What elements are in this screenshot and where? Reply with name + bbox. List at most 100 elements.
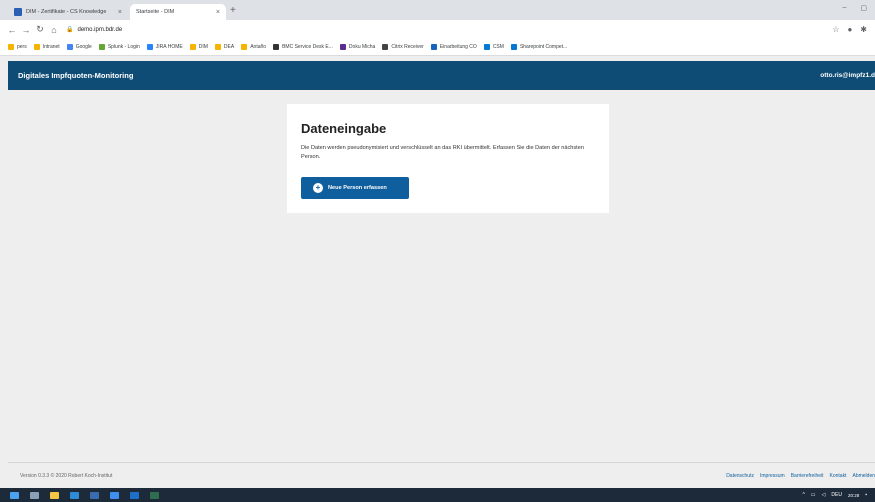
browser-toolbar: ← → ↻ ⌂ 🔒 demo.ipm.bdr.de ☆ ● ✱ bbox=[0, 20, 875, 39]
url-text: demo.ipm.bdr.de bbox=[77, 26, 123, 33]
bookmark-icon bbox=[8, 44, 14, 50]
bookmark-item[interactable]: Splunk - Login bbox=[98, 44, 140, 50]
citrix-icon[interactable] bbox=[90, 491, 99, 499]
edge-icon[interactable] bbox=[70, 491, 79, 499]
bookmark-icon bbox=[146, 44, 153, 50]
bookmark-item[interactable]: JIRA HOME bbox=[146, 44, 183, 50]
address-bar[interactable]: 🔒 demo.ipm.bdr.de bbox=[66, 23, 832, 37]
tab-label: DIM - Zertifikate - CS Knowledge bbox=[26, 9, 107, 15]
card-description: Die Daten werden pseudonymisiert und ver… bbox=[301, 145, 584, 160]
bookmark-item[interactable]: CSM bbox=[483, 44, 504, 50]
browser-tab-1[interactable]: DIM - Zertifikate - CS Knowledge × bbox=[8, 4, 128, 20]
lock-icon: 🔒 bbox=[66, 27, 74, 33]
tab-favicon-icon bbox=[14, 8, 22, 16]
user-email[interactable]: otto.ris@impfz1.d bbox=[820, 72, 875, 79]
bookmark-label: Google bbox=[75, 44, 92, 50]
network-icon[interactable]: ▭ bbox=[811, 492, 816, 498]
bookmark-item[interactable]: Doku Micha bbox=[339, 44, 376, 50]
bookmark-label: Citrix Receiver bbox=[391, 44, 424, 50]
bookmark-icon bbox=[189, 44, 196, 50]
bookmarks-bar: pers Intranet Google Splunk - Login JIRA HOM… bbox=[0, 39, 875, 56]
bookmark-label: Sharepoint Compet... bbox=[519, 44, 568, 50]
bookmark-item[interactable]: Google bbox=[66, 44, 92, 50]
minimize-icon[interactable]: – bbox=[842, 4, 846, 12]
bookmark-icon bbox=[214, 44, 221, 50]
bookmark-item[interactable]: DIM bbox=[189, 44, 208, 50]
clock[interactable]: 20:28 bbox=[848, 493, 859, 498]
bookmark-item[interactable]: Einarbeitung CO bbox=[430, 44, 477, 50]
data-entry-card: Dateneingabe Die Daten werden pseudonymi… bbox=[287, 104, 609, 213]
bookmark-icon bbox=[510, 44, 517, 50]
bookmark-icon bbox=[430, 44, 437, 50]
file-explorer-icon[interactable] bbox=[50, 491, 59, 499]
new-person-button[interactable]: + Neue Person erfassen bbox=[301, 177, 409, 199]
volume-icon[interactable]: ◁ bbox=[822, 492, 826, 498]
close-tab-icon[interactable]: × bbox=[118, 9, 122, 16]
bookmark-item[interactable]: Intranet bbox=[33, 44, 60, 50]
bookmark-icon bbox=[98, 44, 105, 50]
bookmark-label: BMC Service Desk E... bbox=[282, 44, 333, 50]
home-icon[interactable]: ⌂ bbox=[48, 25, 60, 35]
new-tab-icon[interactable]: + bbox=[230, 5, 236, 16]
page-title: Dateneingabe bbox=[301, 121, 387, 136]
bookmark-icon bbox=[273, 44, 280, 50]
bookmark-icon bbox=[241, 44, 248, 50]
extensions-icon[interactable]: ✱ bbox=[860, 25, 867, 34]
footer-link-kontakt[interactable]: Kontakt bbox=[830, 473, 847, 479]
back-icon[interactable]: ← bbox=[6, 25, 18, 35]
profile-icon[interactable]: ● bbox=[847, 25, 852, 34]
bookmark-label: pers bbox=[17, 44, 27, 50]
version-text: Version 0.3.3 © 2020 Robert Koch-Institu… bbox=[20, 472, 113, 479]
page-footer: Version 0.3.3 © 2020 Robert Koch-Institu… bbox=[8, 462, 875, 488]
bookmark-label: DEA bbox=[223, 44, 235, 50]
main-content: Dateneingabe Die Daten werden pseudonymi… bbox=[8, 90, 875, 462]
tab-label: Startseite - DIM bbox=[136, 9, 175, 15]
bookmark-item[interactable]: Sharepoint Compet... bbox=[510, 44, 568, 50]
notifications-icon[interactable]: ▪ bbox=[865, 492, 867, 498]
forward-icon[interactable]: → bbox=[20, 25, 32, 35]
new-person-button-label: Neue Person erfassen bbox=[328, 185, 387, 191]
system-tray: ^ ▭ ◁ DEU 20:28 ▪ bbox=[802, 492, 875, 498]
outlook-icon[interactable] bbox=[130, 491, 139, 499]
footer-link-barrierefreiheit[interactable]: Barrierefreiheit bbox=[791, 473, 824, 479]
chrome-icon[interactable] bbox=[110, 491, 119, 499]
footer-link-impressum[interactable]: Impressum bbox=[760, 473, 785, 479]
footer-links: Datenschutz Impressum Barrierefreiheit K… bbox=[726, 473, 875, 479]
footer-link-datenschutz[interactable]: Datenschutz bbox=[726, 473, 754, 479]
app-icon[interactable] bbox=[150, 491, 159, 499]
windows-start-icon[interactable] bbox=[10, 491, 19, 499]
app-header: Digitales Impfquoten-Monitoring otto.ris… bbox=[8, 61, 875, 90]
bookmark-item[interactable]: Antaño bbox=[241, 44, 266, 50]
bookmark-icon bbox=[339, 44, 346, 50]
app-title[interactable]: Digitales Impfquoten-Monitoring bbox=[18, 71, 133, 80]
bookmark-icon bbox=[33, 44, 40, 50]
browser-tabstrip: DIM - Zertifikate - CS Knowledge × Start… bbox=[0, 0, 875, 20]
keyboard-language[interactable]: DEU bbox=[831, 492, 842, 498]
bookmark-label: Doku Micha bbox=[348, 44, 376, 50]
bookmark-icon bbox=[382, 44, 389, 50]
bookmark-star-icon[interactable]: ☆ bbox=[832, 25, 839, 34]
footer-link-abmelden[interactable]: Abmelden bbox=[852, 473, 875, 479]
bookmark-label: DIM bbox=[198, 44, 208, 50]
task-view-icon[interactable] bbox=[30, 491, 39, 499]
bookmark-item[interactable]: pers bbox=[8, 44, 27, 50]
bookmark-label: Intranet bbox=[42, 44, 60, 50]
reload-icon[interactable]: ↻ bbox=[34, 24, 46, 35]
maximize-icon[interactable]: ▢ bbox=[860, 4, 867, 12]
bookmark-label: Splunk - Login bbox=[107, 44, 140, 50]
plus-circle-icon: + bbox=[313, 183, 323, 193]
bookmark-label: CSM bbox=[492, 44, 504, 50]
browser-tab-2[interactable]: Startseite - DIM × bbox=[130, 4, 226, 20]
bookmark-label: JIRA HOME bbox=[155, 44, 183, 50]
close-tab-icon[interactable]: × bbox=[216, 9, 220, 16]
bookmark-label: Einarbeitung CO bbox=[439, 44, 477, 50]
bookmark-item[interactable]: BMC Service Desk E... bbox=[273, 44, 333, 50]
bookmark-icon bbox=[483, 44, 490, 50]
bookmark-icon bbox=[66, 44, 73, 50]
bookmark-item[interactable]: Citrix Receiver bbox=[382, 44, 424, 50]
tray-chevron-icon[interactable]: ^ bbox=[802, 492, 804, 498]
window-controls: – ▢ bbox=[842, 4, 867, 12]
bookmark-item[interactable]: DEA bbox=[214, 44, 235, 50]
os-taskbar: ^ ▭ ◁ DEU 20:28 ▪ bbox=[0, 488, 875, 502]
bookmark-label: Antaño bbox=[250, 44, 267, 50]
